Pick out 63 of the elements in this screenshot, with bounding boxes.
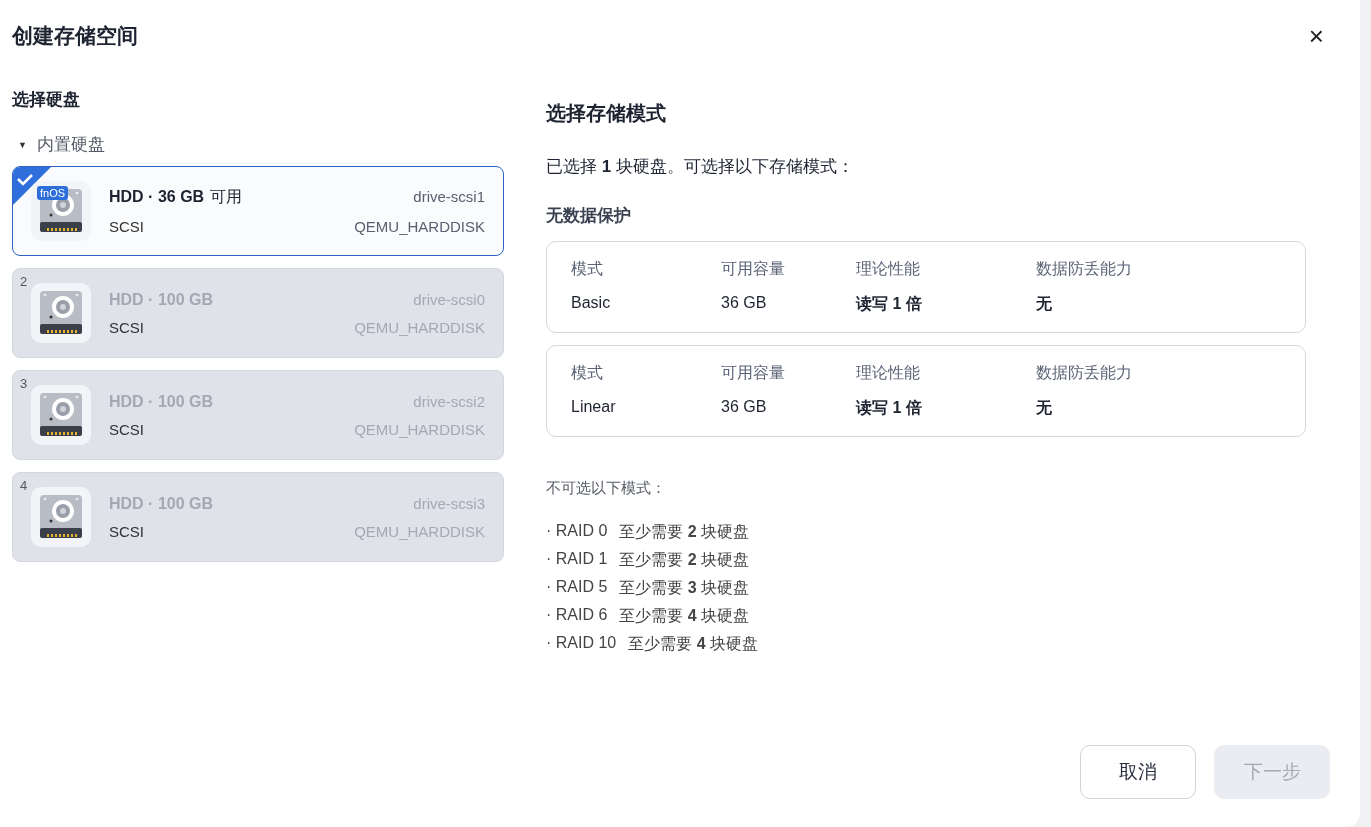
hard-drive-icon (39, 494, 83, 540)
section-heading: 选择存储模式 (546, 101, 667, 126)
field-value: Basic (571, 294, 612, 313)
field-label: 模式 (571, 259, 604, 279)
disk-bus: SCSI (109, 522, 144, 540)
hard-drive-icon (39, 392, 83, 438)
raid-requirement: 至少需要 4 块硬盘 (628, 634, 759, 654)
system-badge: fnOS (37, 186, 69, 200)
field-value: 无 (1036, 294, 1053, 314)
expand-toggle[interactable]: ▼ (18, 139, 27, 150)
field-label: 理论性能 (856, 259, 921, 279)
disk-id: drive-scsi0 (413, 290, 485, 308)
disk-number: 3 (20, 376, 28, 391)
unavailable-heading: 不可选以下模式： (546, 479, 667, 498)
disk-id: drive-scsi3 (413, 494, 485, 512)
field-value: 读写 1 倍 (856, 294, 923, 314)
field-label: 可用容量 (721, 259, 786, 279)
field-value: 36 GB (721, 294, 768, 313)
disk-title: HDD · 36 GB (109, 188, 205, 205)
close-button[interactable]: × (1304, 23, 1328, 49)
dialog-title: 创建存储空间 (12, 23, 138, 49)
field-value: 无 (1036, 398, 1053, 418)
raid-requirement: 至少需要 2 块硬盘 (619, 550, 750, 570)
field-value: 读写 1 倍 (856, 398, 923, 418)
disk-bus: SCSI (109, 318, 144, 336)
field-value: Linear (571, 398, 617, 417)
disk-model: QEMU_HARDDISK (354, 218, 485, 235)
raid-name: · RAID 10 (546, 634, 617, 653)
disk-title: HDD · 100 GB (109, 290, 214, 308)
disk-model: QEMU_HARDDISK (354, 522, 485, 540)
raid-name: · RAID 0 (546, 522, 608, 541)
disk-status: 可用 (210, 188, 243, 205)
disk-bus: SCSI (109, 218, 144, 235)
field-label: 可用容量 (721, 363, 786, 383)
disk-id: drive-scsi1 (413, 188, 485, 205)
raid-requirement: 至少需要 4 块硬盘 (619, 606, 750, 626)
field-label: 理论性能 (856, 363, 921, 383)
group-heading: 无数据保护 (546, 205, 632, 227)
mode-card[interactable]: 模式 可用容量 理论性能 数据防丢能力 Linear 36 GB 读写 1 倍 无 (546, 345, 1306, 437)
hard-drive-icon (39, 290, 83, 336)
disk-title: HDD · 100 GB (109, 392, 214, 410)
raid-requirement: 至少需要 2 块硬盘 (619, 522, 750, 542)
disk-card[interactable]: fnOS HDD · 36 GB 可用 drive-scsi1 SCSI QEMU_HARDDISK (12, 166, 504, 256)
raid-name: · RAID 5 (546, 578, 608, 597)
selection-summary: 已选择 1 块硬盘。可选择以下存储模式： (546, 156, 855, 178)
field-label: 数据防丢能力 (1036, 363, 1133, 383)
mode-card[interactable]: 模式 可用容量 理论性能 数据防丢能力 Basic 36 GB 读写 1 倍 无 (546, 241, 1306, 333)
disk-model: QEMU_HARDDISK (354, 318, 485, 336)
cancel-button[interactable]: 取消 (1080, 745, 1196, 799)
group-label: 内置硬盘 (36, 134, 105, 156)
disk-number: 2 (20, 274, 28, 289)
raid-name: · RAID 6 (546, 606, 608, 625)
section-heading: 选择硬盘 (12, 89, 81, 111)
raid-name: · RAID 1 (546, 550, 608, 569)
disk-id: drive-scsi2 (413, 392, 485, 410)
raid-requirement: 至少需要 3 块硬盘 (619, 578, 750, 598)
field-value: 36 GB (721, 398, 768, 417)
disk-title: HDD · 100 GB (109, 494, 214, 512)
field-label: 数据防丢能力 (1036, 259, 1133, 279)
disk-bus: SCSI (109, 420, 144, 438)
disk-number: 4 (20, 478, 28, 493)
field-label: 模式 (571, 363, 604, 383)
disk-model: QEMU_HARDDISK (354, 420, 485, 438)
